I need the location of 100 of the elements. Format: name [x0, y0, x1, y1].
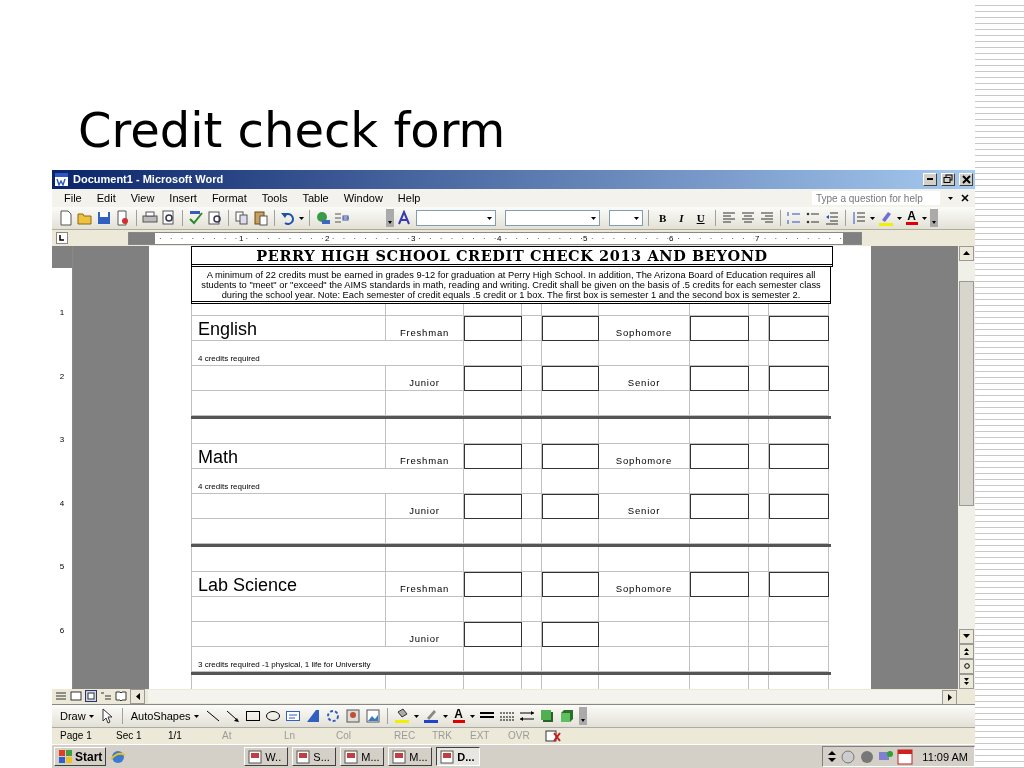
- open-folder-icon[interactable]: [77, 210, 93, 227]
- spelling-icon[interactable]: [188, 210, 204, 227]
- dropdown-arrow-icon[interactable]: [869, 215, 875, 222]
- dropdown-arrow-icon[interactable]: [299, 215, 304, 222]
- scroll-up-button[interactable]: [959, 245, 974, 261]
- menu-item[interactable]: Table: [302, 192, 329, 205]
- paste-icon[interactable]: [253, 210, 269, 227]
- credit-box: [690, 365, 749, 391]
- print-layout-icon[interactable]: [85, 690, 97, 703]
- horizontal-ruler[interactable]: 1 2 3 4 5 6 7: [128, 231, 862, 245]
- credit-box: [542, 621, 599, 647]
- spin-arrows-icon[interactable]: [827, 749, 838, 765]
- font-color-button[interactable]: A: [904, 211, 919, 226]
- taskbar-button[interactable]: M...: [388, 747, 433, 767]
- intro-paragraph: A minimum of 22 credits must be earned in grades 9-12 for graduation at Perry High School. In addition, The Arizona Board of Education requires all students to "meet" or "exceed" the AIMS standards in math, reading and writing. Credit shall be given on the basis of .5 credits for each semester class during the school year. Note: Each semester of credit equals .5 credit or 1 box. The first box is semester 1 and the second box is semester 2.: [191, 266, 831, 304]
- grade-label: Junior: [408, 632, 441, 646]
- image-icon[interactable]: [364, 707, 381, 724]
- autoshapes-menu-button[interactable]: AutoShapes: [128, 709, 201, 722]
- status-bar-item: 1/1: [167, 730, 183, 742]
- taskbar-button[interactable]: D...: [436, 747, 481, 767]
- scroll-right-button[interactable]: [942, 689, 957, 705]
- fill-color-icon[interactable]: [393, 707, 410, 724]
- menu-item[interactable]: Edit: [96, 192, 116, 205]
- spelling-status-icon[interactable]: [544, 728, 562, 743]
- subject-label: Math: [197, 445, 239, 468]
- close-button[interactable]: [959, 172, 973, 186]
- font-color-button[interactable]: A: [451, 708, 466, 723]
- dropdown-arrow-icon[interactable]: [469, 712, 475, 719]
- start-button[interactable]: Start: [54, 747, 107, 767]
- dropdown-arrow-icon[interactable]: [487, 215, 492, 222]
- help-search-field[interactable]: Type a question for help: [812, 191, 940, 206]
- tab-stop-icon[interactable]: [56, 232, 68, 244]
- new-document-icon[interactable]: [58, 210, 74, 227]
- volume-icon[interactable]: [859, 748, 876, 765]
- dropdown-arrow-icon[interactable]: [921, 215, 927, 222]
- highlight-icon[interactable]: [877, 210, 894, 227]
- credit-box: [690, 443, 749, 469]
- windows-logo-icon: [58, 749, 73, 765]
- italic-button[interactable]: I: [674, 212, 689, 225]
- undo-icon[interactable]: [280, 210, 296, 227]
- dropdown-arrow-icon[interactable]: [634, 215, 639, 222]
- close-icon[interactable]: [961, 194, 969, 203]
- taskbar-button[interactable]: W..: [244, 747, 289, 767]
- toolbar-options-icon[interactable]: [578, 706, 587, 725]
- copy-icon[interactable]: [234, 210, 250, 227]
- menu-item[interactable]: Format: [211, 192, 247, 205]
- table-cell: [769, 621, 829, 647]
- restore-button[interactable]: [941, 172, 955, 186]
- clip-art-icon[interactable]: [344, 707, 361, 724]
- taskbar-button[interactable]: M...: [340, 747, 385, 767]
- menu-item[interactable]: File: [64, 192, 82, 205]
- dropdown-arrow-icon[interactable]: [591, 215, 596, 222]
- table-cell: [522, 418, 542, 444]
- dropdown-arrow-icon[interactable]: [896, 215, 902, 222]
- scroll-down-button[interactable]: [959, 628, 974, 644]
- menu-item[interactable]: Tools: [261, 192, 288, 205]
- reading-view-icon[interactable]: [115, 690, 127, 703]
- dropdown-arrow-icon[interactable]: [413, 712, 419, 719]
- toolbar-options-icon[interactable]: [929, 209, 938, 228]
- normal-view-icon[interactable]: [55, 690, 67, 703]
- vertical-ruler[interactable]: 1 2 3 4 5 6: [52, 245, 73, 689]
- minimize-button[interactable]: [923, 172, 937, 186]
- document-heading: PERRY HIGH SCHOOL CREDIT CHECK 2013 AND BEYOND: [191, 245, 833, 267]
- dropdown-arrow-icon[interactable]: [193, 712, 199, 719]
- underline-button[interactable]: U: [691, 212, 710, 225]
- menu-item[interactable]: Help: [397, 192, 421, 205]
- table-cell: [769, 303, 829, 316]
- dropdown-arrow-icon[interactable]: [948, 195, 953, 202]
- styles-icon[interactable]: [397, 210, 413, 227]
- diagram-icon[interactable]: [324, 707, 341, 724]
- menu-item[interactable]: Insert: [169, 192, 197, 205]
- dropdown-arrow-icon[interactable]: [442, 712, 448, 719]
- web-view-icon[interactable]: [70, 690, 82, 703]
- wordart-icon[interactable]: [304, 707, 321, 724]
- 3d-style-icon[interactable]: [558, 707, 575, 724]
- research-icon[interactable]: [207, 210, 223, 227]
- status-bar-item: Ln: [283, 730, 297, 742]
- print-preview-icon[interactable]: [161, 210, 177, 227]
- horizontal-scrollbar[interactable]: [148, 689, 957, 703]
- draw-menu-button[interactable]: Draw: [58, 709, 96, 722]
- dropdown-arrow-icon[interactable]: [88, 712, 94, 719]
- calendar-icon[interactable]: [897, 748, 914, 765]
- toolbar-options-icon[interactable]: [386, 209, 394, 228]
- browser-icon[interactable]: [110, 748, 127, 765]
- minimize-icon: [927, 178, 933, 181]
- bold-button[interactable]: B: [654, 212, 672, 225]
- menu-item[interactable]: Window: [343, 192, 383, 205]
- vertical-scrollbar[interactable]: [958, 245, 975, 689]
- restore-icon: [943, 174, 953, 185]
- scroll-thumb[interactable]: [959, 280, 974, 506]
- menu-item[interactable]: View: [130, 192, 155, 205]
- table-cell: [522, 390, 542, 416]
- permission-icon[interactable]: [115, 210, 131, 227]
- shadow-icon[interactable]: [538, 707, 555, 724]
- credit-box: [542, 315, 599, 341]
- grade-label: Junior: [408, 376, 441, 390]
- taskbar-button[interactable]: S...: [292, 747, 337, 767]
- credit-box: [690, 493, 749, 519]
- save-icon[interactable]: [96, 210, 112, 227]
- line-color-icon[interactable]: [422, 707, 439, 724]
